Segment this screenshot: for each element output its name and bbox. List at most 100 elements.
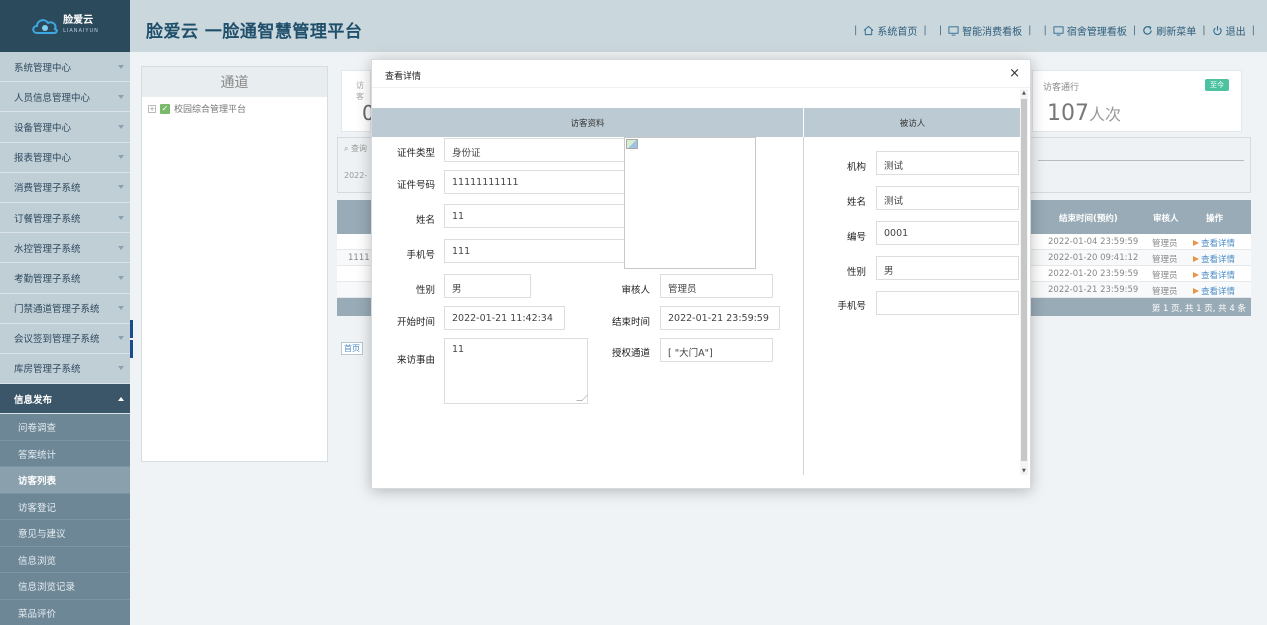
host-org-field[interactable]: 测试	[876, 151, 1019, 175]
sidebar-item-info-publish[interactable]: 信息发布	[0, 384, 130, 415]
search-query-label: 查询	[351, 144, 368, 153]
view-detail-link[interactable]: 查看详情	[1193, 285, 1235, 297]
caret-down-icon	[118, 64, 124, 69]
scroll-up-icon[interactable]: ▲	[1022, 90, 1026, 96]
visit-reason-textarea[interactable]: 11	[444, 338, 588, 404]
expand-icon[interactable]: +	[148, 104, 156, 113]
sidebar-item-report[interactable]: 报表管理中心	[0, 143, 130, 173]
sidebar-item-water[interactable]: 水控管理子系统	[0, 233, 130, 264]
refresh-icon	[1143, 25, 1153, 35]
pagination-summary: 第 1 页, 共 1 页, 共 4 条	[1151, 304, 1246, 314]
scrollbar-thumb[interactable]	[1021, 99, 1027, 461]
sidebar-scroll-marker	[130, 340, 133, 358]
nav-home-link[interactable]: 系统首页	[863, 23, 917, 38]
tree-node[interactable]: + ✓ 校园综合管理平台	[142, 97, 327, 115]
home-icon	[863, 25, 874, 36]
nav-dorm-board-link[interactable]: 宿舍管理看板	[1053, 23, 1127, 38]
caret-down-icon	[118, 245, 124, 250]
sidebar-sub-visitor-register[interactable]: 访客登记	[0, 493, 130, 521]
caret-down-icon	[118, 275, 124, 280]
host-gender-field[interactable]: 男	[876, 256, 1019, 280]
sidebar: 系统管理中心 人员信息管理中心 设备管理中心 报表管理中心 消费管理子系统 订餐…	[0, 52, 130, 625]
view-detail-link[interactable]: 查看详情	[1193, 253, 1235, 265]
sidebar-item-meeting[interactable]: 会议签到管理子系统	[0, 324, 130, 354]
modal-title: 查看详情	[385, 72, 422, 82]
visitor-gender-field[interactable]: 男	[444, 274, 531, 298]
scroll-down-icon[interactable]: ▼	[1022, 468, 1026, 474]
id-type-label: 证件类型	[396, 148, 435, 159]
modal-body: 访客资料 被访人 证件类型 身份证 证件号码 11111111111 姓名 11…	[372, 108, 1021, 476]
auth-channel-field[interactable]: [ "大门A"]	[660, 338, 773, 362]
nav-consumption-board-label: 智能消费看板	[962, 27, 1023, 38]
visitor-photo	[624, 137, 756, 269]
host-phone-label: 手机号	[837, 301, 866, 312]
logo-text: 脸爱云	[63, 15, 94, 26]
caret-down-icon	[118, 215, 124, 220]
sidebar-sub-feedback[interactable]: 意见与建议	[0, 520, 130, 547]
tree-node-label: 校园综合管理平台	[174, 105, 247, 115]
caret-down-icon	[118, 306, 124, 311]
sidebar-item-attendance[interactable]: 考勤管理子系统	[0, 263, 130, 294]
visitor-gender-label: 性别	[415, 285, 435, 296]
sidebar-sub-survey[interactable]: 问卷调查	[0, 414, 130, 441]
caret-up-icon	[118, 396, 124, 401]
logo-cloud-icon	[32, 19, 58, 34]
app-title: 脸爱云 一脸通智慧管理平台	[146, 22, 363, 42]
visitor-section-header: 访客资料	[372, 108, 803, 137]
view-detail-link[interactable]: 查看详情	[1193, 237, 1235, 249]
monitor-icon	[1053, 26, 1064, 36]
close-icon[interactable]: ×	[1009, 66, 1020, 81]
first-page-button[interactable]: 首页	[341, 342, 363, 355]
sidebar-item-personnel[interactable]: 人员信息管理中心	[0, 82, 130, 113]
sidebar-sub-visitor-list[interactable]: 访客列表	[0, 467, 130, 494]
col-action: 操作	[1206, 214, 1224, 224]
visit-reason-value: 11	[452, 344, 465, 355]
logo-area: 脸爱云 LIANAIYUN	[0, 0, 130, 52]
caret-down-icon	[118, 336, 124, 341]
end-time-field[interactable]: 2022-01-21 23:59:59	[660, 306, 780, 330]
end-time-label: 结束时间	[611, 317, 650, 328]
visit-reason-label: 来访事由	[396, 355, 435, 366]
sidebar-item-access[interactable]: 门禁通道管理子系统	[0, 294, 130, 324]
sidebar-item-ordering[interactable]: 订餐管理子系统	[0, 203, 130, 234]
nav-consumption-board-link[interactable]: 智能消费看板	[948, 23, 1022, 38]
resize-grip-icon[interactable]	[576, 395, 588, 401]
sidebar-item-consumption[interactable]: 消费管理子系统	[0, 173, 130, 203]
visitor-pass-label: 访客通行	[1043, 83, 1080, 93]
sidebar-sub-dish-review[interactable]: 菜品评价	[0, 599, 130, 625]
top-nav: | 系统首页 | | 智能消费看板 | | 宿舍管理看板 | 刷新菜单 | 退出…	[854, 23, 1255, 38]
host-number-field[interactable]: 0001	[876, 221, 1019, 245]
nav-refresh-link[interactable]: 刷新菜单	[1142, 23, 1196, 38]
visitor-stat-label: 访客	[356, 81, 364, 101]
auditor-label: 审核人	[621, 285, 650, 296]
modal-scrollbar[interactable]: ▲ ▼	[1020, 89, 1028, 475]
sidebar-item-system[interactable]: 系统管理中心	[0, 52, 130, 83]
col-auditor: 审核人	[1153, 214, 1179, 224]
host-name-field[interactable]: 测试	[876, 186, 1019, 210]
flag-icon	[1193, 288, 1199, 294]
caret-down-icon	[118, 366, 124, 371]
sidebar-sub-browse-records[interactable]: 信息浏览记录	[0, 573, 130, 600]
top-header: 脸爱云 LIANAIYUN 脸爱云 一脸通智慧管理平台 | 系统首页 | | 智…	[0, 0, 1267, 52]
caret-down-icon	[118, 94, 124, 99]
logo-subtext: LIANAIYUN	[63, 28, 99, 34]
nav-home-label: 系统首页	[877, 27, 918, 38]
host-phone-field[interactable]	[876, 291, 1019, 315]
nav-dorm-board-label: 宿舍管理看板	[1066, 27, 1127, 38]
checkbox-checked-icon[interactable]: ✓	[160, 103, 170, 114]
search-date-input[interactable]: 2022-	[344, 171, 367, 180]
view-detail-link[interactable]: 查看详情	[1193, 269, 1235, 281]
caret-down-icon	[118, 185, 124, 190]
sidebar-item-warehouse[interactable]: 库房管理子系统	[0, 354, 130, 385]
visitor-pass-unit: 人次	[1089, 105, 1122, 124]
host-number-label: 编号	[846, 232, 866, 243]
period-badge: 至今	[1205, 79, 1229, 91]
start-time-field[interactable]: 2022-01-21 11:42:34	[444, 306, 565, 330]
sidebar-sub-answer-stats[interactable]: 答案统计	[0, 440, 130, 468]
sidebar-sub-info-browse[interactable]: 信息浏览	[0, 546, 130, 574]
flag-icon	[1193, 272, 1199, 278]
sidebar-item-device[interactable]: 设备管理中心	[0, 112, 130, 143]
nav-logout-link[interactable]: 退出	[1212, 23, 1246, 38]
host-section-header: 被访人	[804, 108, 1021, 137]
auditor-field[interactable]: 管理员	[660, 274, 773, 298]
